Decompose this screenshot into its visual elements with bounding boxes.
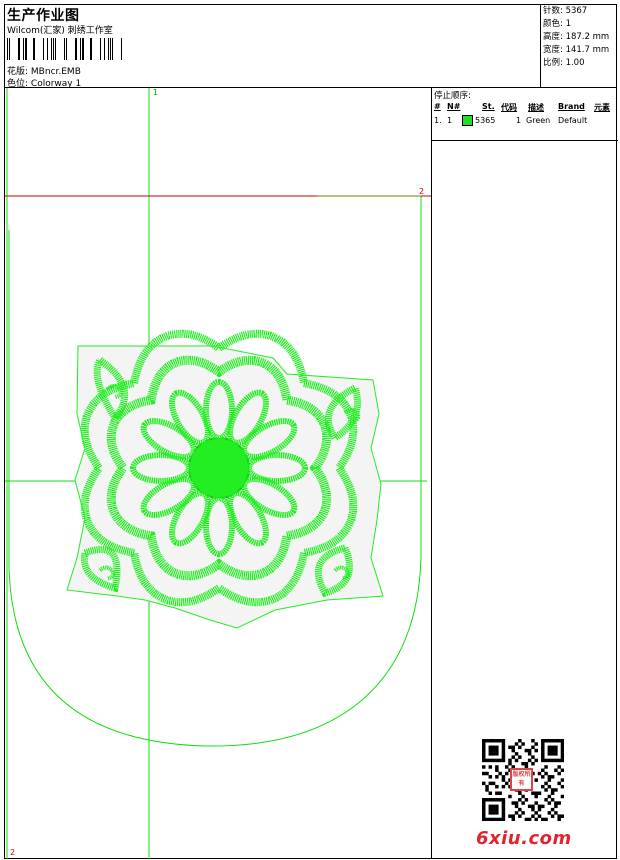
color-count: 颜色: 1: [543, 19, 571, 29]
embroidery-canvas: [5, 88, 431, 859]
col-header-element: 元素: [594, 103, 610, 112]
row-description: Green: [526, 116, 551, 125]
stats-box: 针数: 5367 颜色: 1 高度: 187.2 mm 宽度: 141.7 mm…: [540, 4, 617, 88]
stop-sequence-heading: 停止顺序:: [434, 91, 471, 101]
col-header-description: 描述: [528, 103, 544, 112]
col-header-stitches: St.: [482, 102, 495, 111]
row-index: 1.: [434, 116, 442, 125]
design-width: 宽度: 141.7 mm: [543, 45, 610, 55]
stop-sequence-table: # N# St. 代码 描述 Brand 元素 1. 1 5365 1 Gree…: [432, 101, 618, 141]
row-stitches: 5365: [475, 116, 496, 125]
copyright-seal: 版权所有: [510, 768, 533, 791]
col-header-index: #: [434, 102, 441, 111]
guide-marker-bottom: 2: [10, 848, 16, 857]
guide-marker-right: 2: [419, 187, 425, 196]
color-swatch: [462, 115, 473, 126]
studio-subtitle: Wilcom(汇家) 刺绣工作室: [7, 26, 113, 36]
header: 生产作业图 Wilcom(汇家) 刺绣工作室 花版: MBncr.EMB 色位:…: [4, 4, 617, 89]
row-brand: Default: [558, 116, 588, 125]
col-header-code: 代码: [501, 103, 517, 112]
stitch-count: 针数: 5367: [543, 6, 588, 16]
col-header-needle: N#: [447, 102, 461, 111]
row-needle: 1: [447, 116, 453, 125]
barcode: [7, 38, 122, 60]
row-code: 1: [516, 116, 522, 125]
col-header-brand: Brand: [558, 102, 585, 111]
design-scale: 比例: 1.00: [543, 58, 585, 68]
page-title: 生产作业图: [7, 8, 80, 24]
design-height: 高度: 187.2 mm: [543, 32, 610, 42]
site-watermark: 6xiu.com: [476, 828, 572, 849]
guide-marker-top: 1: [153, 88, 159, 97]
